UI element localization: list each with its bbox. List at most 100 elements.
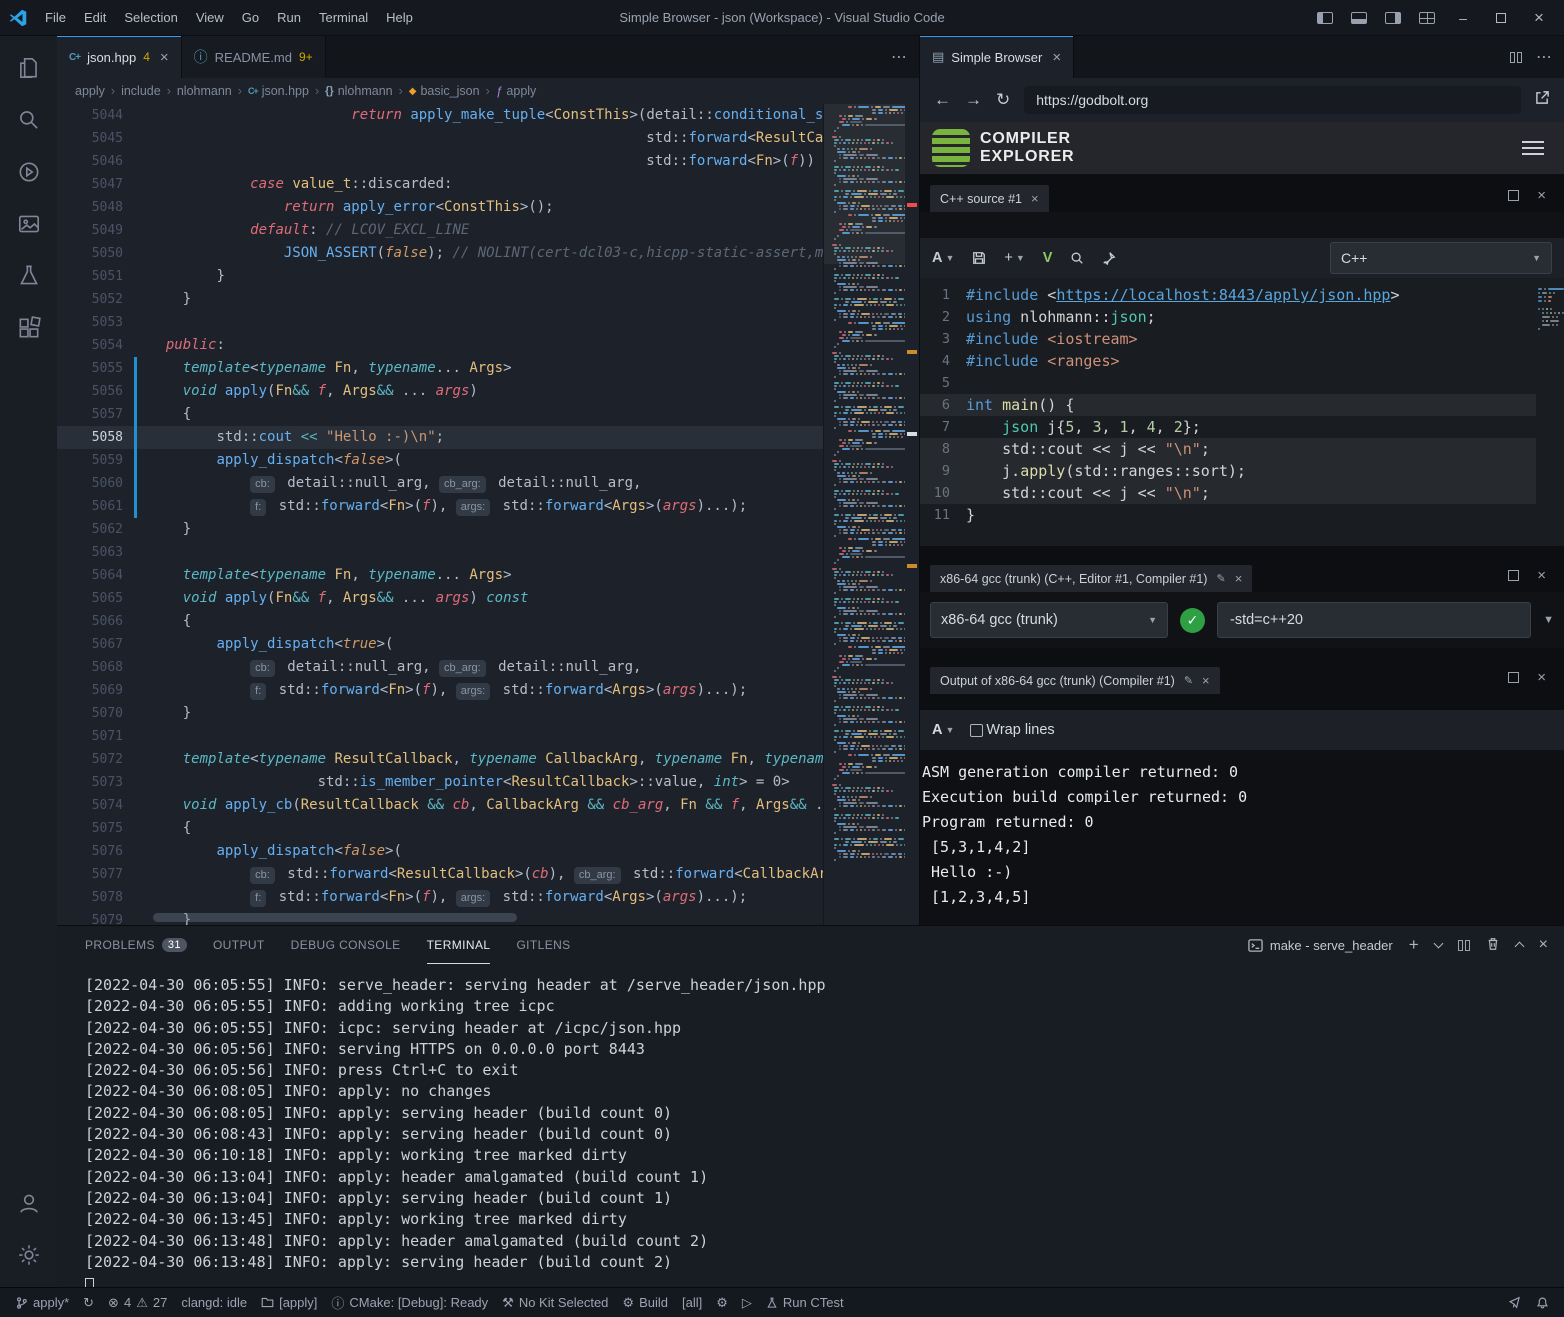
maximize-pane-icon[interactable]	[1508, 570, 1519, 581]
vim-mode-icon[interactable]: V	[1043, 250, 1053, 266]
toggle-sidebar-icon[interactable]	[1317, 12, 1333, 24]
build-target-item[interactable]: [all]	[675, 1288, 709, 1317]
font-size-button[interactable]: A▼	[932, 250, 954, 266]
testing-icon[interactable]	[5, 250, 53, 302]
search-icon[interactable]	[5, 94, 53, 146]
cmake-status-item[interactable]: ⓘ CMake: [Debug]: Ready	[324, 1288, 495, 1317]
source-pane-tab[interactable]: C++ source #1 ×	[930, 185, 1049, 212]
kill-terminal-icon[interactable]	[1486, 937, 1500, 954]
back-icon[interactable]: ←	[934, 90, 951, 110]
panel-tab-problems[interactable]: PROBLEMS31	[85, 926, 187, 964]
panel-tab-terminal[interactable]: TERMINAL	[427, 926, 491, 964]
menu-view[interactable]: View	[187, 0, 233, 36]
code-line[interactable]: 5059 apply_dispatch<false>(	[57, 449, 823, 472]
code-line[interactable]: 5078 f: std::forward<Fn>(f), args: std::…	[57, 886, 823, 909]
code-line[interactable]: 5066 {	[57, 610, 823, 633]
code-line[interactable]: 2using nlohmann::json;	[920, 306, 1536, 328]
maximize-pane-icon[interactable]	[1508, 672, 1519, 683]
breadcrumb-item[interactable]: include	[121, 84, 161, 98]
feedback-item[interactable]	[1501, 1296, 1529, 1309]
ce-minimap[interactable]	[1536, 284, 1564, 546]
minimize-button[interactable]: –	[1446, 0, 1480, 36]
code-line[interactable]: 5073 std::is_member_pointer<ResultCallba…	[57, 771, 823, 794]
close-pane-icon[interactable]: ×	[1537, 669, 1546, 686]
cmake-project-item[interactable]: [apply]	[254, 1288, 324, 1317]
clangd-status-item[interactable]: clangd: idle	[174, 1288, 254, 1317]
maximize-button[interactable]	[1484, 0, 1518, 36]
code-line[interactable]: 11}	[920, 504, 1536, 526]
menu-hamburger-icon[interactable]	[1522, 141, 1552, 155]
zoom-search-icon[interactable]	[1070, 251, 1084, 265]
settings-icon[interactable]	[5, 1229, 53, 1281]
toggle-secondary-sidebar-icon[interactable]	[1385, 12, 1401, 24]
menu-file[interactable]: File	[36, 0, 75, 36]
code-line[interactable]: 5047 case value_t::discarded:	[57, 173, 823, 196]
close-window-button[interactable]: ×	[1522, 0, 1556, 36]
ce-source-editor[interactable]: 1#include <https://localhost:8443/apply/…	[920, 278, 1564, 546]
code-line[interactable]: 4#include <ranges>	[920, 350, 1536, 372]
code-line[interactable]: 5051 }	[57, 265, 823, 288]
code-line[interactable]: 5052 }	[57, 288, 823, 311]
code-line[interactable]: 5061 f: std::forward<Fn>(f), args: std::…	[57, 495, 823, 518]
split-terminal-icon[interactable]	[1458, 940, 1470, 951]
maximize-panel-icon[interactable]	[1514, 942, 1524, 952]
code-line[interactable]: 5062 }	[57, 518, 823, 541]
compiler-explorer-logo-icon[interactable]	[932, 129, 970, 167]
open-external-icon[interactable]	[1535, 90, 1550, 110]
compiler-pane-tab[interactable]: x86-64 gcc (trunk) (C++, Editor #1, Comp…	[930, 565, 1252, 592]
code-line[interactable]: 5072 template<typename ResultCallback, t…	[57, 748, 823, 771]
compiler-select[interactable]: x86-64 gcc (trunk)▼	[930, 602, 1168, 638]
extensions-icon[interactable]	[5, 302, 53, 354]
minimap[interactable]	[823, 104, 905, 925]
close-pane-icon[interactable]: ×	[1235, 571, 1243, 586]
breadcrumb-item[interactable]: apply	[75, 84, 105, 98]
rename-pane-icon[interactable]: ✎	[1184, 674, 1193, 687]
debug-target-item[interactable]: ⚙	[709, 1288, 735, 1317]
tab-readme-md[interactable]: ⓘ README.md 9+	[182, 36, 326, 78]
terminal-dropdown-icon[interactable]	[1433, 939, 1443, 949]
code-line[interactable]: 10 std::cout << j << "\n";	[920, 482, 1536, 504]
menu-selection[interactable]: Selection	[115, 0, 186, 36]
code-line[interactable]: 5064 template<typename Fn, typename... A…	[57, 564, 823, 587]
compiler-output[interactable]: ASM generation compiler returned: 0Execu…	[920, 750, 1564, 925]
close-pane-icon[interactable]: ×	[1537, 567, 1546, 584]
code-line[interactable]: 5071	[57, 725, 823, 748]
language-select[interactable]: C++▼	[1330, 242, 1552, 274]
code-line[interactable]: 5046 std::forward<Fn>(f))	[57, 150, 823, 173]
code-line[interactable]: 5060 cb: detail::null_arg, cb_arg: detai…	[57, 472, 823, 495]
code-line[interactable]: 5058 std::cout << "Hello :-)\n";	[57, 426, 823, 449]
code-editor[interactable]: 5044 return apply_make_tuple<ConstThis>(…	[57, 104, 919, 925]
run-debug-icon[interactable]	[5, 146, 53, 198]
code-line[interactable]: 5065 void apply(Fn&& f, Args&& ... args)…	[57, 587, 823, 610]
problems-item[interactable]: ⊗4 ⚠27	[101, 1288, 174, 1317]
maximize-pane-icon[interactable]	[1508, 190, 1519, 201]
overview-ruler[interactable]	[905, 104, 919, 925]
reload-icon[interactable]: ↻	[996, 90, 1010, 110]
code-line[interactable]: 5067 apply_dispatch<true>(	[57, 633, 823, 656]
breadcrumb-item[interactable]: ƒapply	[496, 84, 537, 98]
code-line[interactable]: 8 std::cout << j << "\n";	[920, 438, 1536, 460]
close-panel-icon[interactable]: ×	[1539, 936, 1548, 954]
tab-json-hpp[interactable]: C+ json.hpp 4 ×	[57, 36, 182, 78]
close-pane-icon[interactable]: ×	[1202, 673, 1210, 688]
code-line[interactable]: 5	[920, 372, 1536, 394]
breadcrumb-item[interactable]: C+json.hpp	[248, 84, 309, 98]
code-line[interactable]: 5048 return apply_error<ConstThis>();	[57, 196, 823, 219]
save-icon[interactable]	[972, 251, 986, 265]
preview-icon[interactable]	[5, 198, 53, 250]
code-line[interactable]: 6int main() {	[920, 394, 1536, 416]
close-pane-icon[interactable]: ×	[1537, 187, 1546, 204]
new-terminal-button[interactable]: +	[1409, 935, 1419, 955]
rename-pane-icon[interactable]: ✎	[1216, 572, 1225, 585]
forward-icon[interactable]: →	[965, 90, 982, 110]
menu-terminal[interactable]: Terminal	[310, 0, 377, 36]
font-size-button[interactable]: A▼	[932, 722, 954, 738]
code-line[interactable]: 5054 public:	[57, 334, 823, 357]
panel-tab-debug-console[interactable]: DEBUG CONSOLE	[291, 926, 401, 964]
horizontal-scrollbar[interactable]	[153, 913, 517, 922]
git-branch-item[interactable]: apply*	[8, 1288, 76, 1317]
code-line[interactable]: 5050 JSON_ASSERT(false); // NOLINT(cert-…	[57, 242, 823, 265]
terminal-output[interactable]: [2022-04-30 06:05:55] INFO: serve_header…	[57, 964, 1564, 1287]
ce-code[interactable]: 1#include <https://localhost:8443/apply/…	[920, 284, 1536, 546]
account-icon[interactable]	[5, 1177, 53, 1229]
